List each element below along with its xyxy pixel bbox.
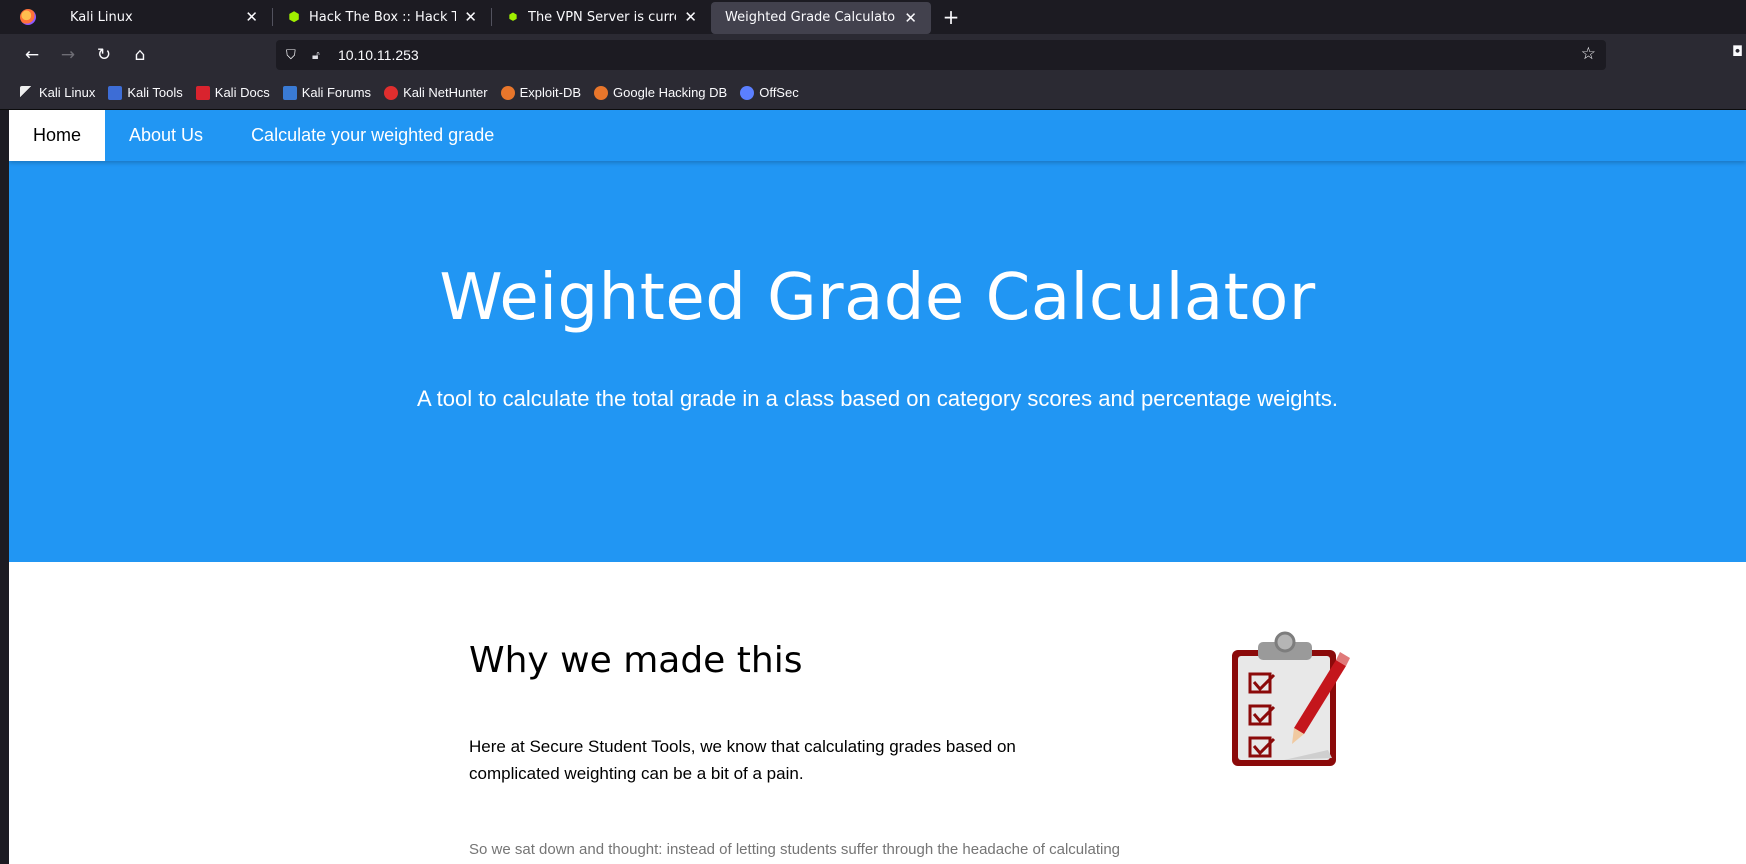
back-arrow-icon[interactable]: ← bbox=[14, 39, 50, 71]
close-icon[interactable]: ✕ bbox=[245, 8, 258, 26]
bookmark-label: Kali Tools bbox=[127, 85, 183, 100]
bookmark-label: Kali Docs bbox=[214, 85, 270, 100]
navigation-toolbar: ← → ↻ ⌂ ⛉ 🔓︎ 10.10.11.253 ☆ ◘ bbox=[0, 34, 1746, 76]
tab-bar: Kali Linux ✕ ⬢ Hack The Box :: Hack The … bbox=[0, 0, 1746, 34]
site-navbar: Home About Us Calculate your weighted gr… bbox=[9, 110, 1746, 161]
shield-icon[interactable]: ⛉ bbox=[286, 48, 304, 63]
tab-hack-the-box[interactable]: ⬢ Hack The Box :: Hack The Box ✕ bbox=[273, 0, 491, 34]
close-icon[interactable]: ✕ bbox=[904, 9, 917, 27]
reload-icon[interactable]: ↻ bbox=[86, 39, 122, 71]
bookmark-label: Google Hacking DB bbox=[613, 85, 728, 100]
hero-banner: Weighted Grade Calculator A tool to calc… bbox=[9, 161, 1746, 562]
clipboard-checklist-icon bbox=[1232, 631, 1350, 766]
section-heading: Why we made this bbox=[469, 640, 803, 681]
bookmark-label: OffSec bbox=[759, 85, 799, 100]
lead-paragraph: Here at Secure Student Tools, we know th… bbox=[469, 737, 1016, 783]
window-edge bbox=[0, 110, 9, 864]
close-icon[interactable]: ✕ bbox=[464, 8, 477, 26]
nav-home-link[interactable]: Home bbox=[9, 110, 106, 161]
exploit-db-icon bbox=[500, 85, 515, 100]
bookmark-label: Exploit-DB bbox=[519, 85, 582, 100]
nav-about-link[interactable]: About Us bbox=[105, 110, 227, 161]
insecure-lock-icon[interactable]: 🔓︎ bbox=[312, 48, 326, 63]
tab-kali-linux[interactable]: Kali Linux ✕ bbox=[56, 0, 272, 34]
bookmark-kali-nethunter[interactable]: Kali NetHunter bbox=[384, 85, 488, 100]
nethunter-icon bbox=[384, 85, 399, 100]
pocket-icon[interactable]: ◘ bbox=[1732, 44, 1746, 64]
new-tab-plus-icon[interactable]: + bbox=[931, 0, 971, 34]
hero-subtitle: A tool to calculate the total grade in a… bbox=[417, 386, 1338, 411]
address-bar[interactable]: ⛉ 🔓︎ 10.10.11.253 ☆ bbox=[276, 40, 1606, 70]
bookmark-kali-forums[interactable]: Kali Forums bbox=[282, 85, 372, 100]
bookmarks-toolbar: Kali Linux Kali Tools Kali Docs Kali For… bbox=[0, 76, 1746, 110]
tab-label: Weighted Grade Calculator bbox=[725, 10, 897, 25]
body-paragraph: So we sat down and thought: instead of l… bbox=[469, 841, 1121, 858]
about-section: Why we made this Here at Secure Student … bbox=[469, 640, 1149, 861]
kali-tools-icon bbox=[108, 85, 123, 100]
kali-dragon-icon bbox=[20, 85, 34, 100]
bookmark-kali-tools[interactable]: Kali Tools bbox=[108, 85, 183, 100]
bookmark-google-hacking-db[interactable]: Google Hacking DB bbox=[594, 85, 727, 100]
tab-label: Kali Linux bbox=[70, 9, 133, 25]
bookmark-label: Kali Linux bbox=[39, 85, 96, 100]
kali-docs-icon bbox=[195, 85, 210, 100]
bookmark-label: Kali NetHunter bbox=[403, 85, 488, 100]
home-icon[interactable]: ⌂ bbox=[122, 39, 158, 71]
bookmark-star-icon[interactable]: ☆ bbox=[1581, 44, 1596, 64]
nav-calculate-link[interactable]: Calculate your weighted grade bbox=[227, 110, 518, 161]
hero-title: Weighted Grade Calculator bbox=[439, 261, 1316, 335]
kali-forums-icon bbox=[282, 85, 297, 100]
offsec-icon bbox=[740, 85, 755, 100]
firefox-menu-icon[interactable] bbox=[0, 0, 56, 34]
bookmark-kali-linux[interactable]: Kali Linux bbox=[20, 85, 95, 100]
bookmark-kali-docs[interactable]: Kali Docs bbox=[195, 85, 270, 100]
page-viewport: Home About Us Calculate your weighted gr… bbox=[9, 110, 1746, 864]
bookmark-label: Kali Forums bbox=[301, 85, 372, 100]
close-icon[interactable]: ✕ bbox=[684, 8, 697, 26]
htb-icon: ⬢ bbox=[508, 11, 518, 23]
forward-arrow-icon[interactable]: → bbox=[50, 39, 86, 71]
tab-vpn-server[interactable]: ⬢ The VPN Server is currently ✕ bbox=[492, 0, 711, 34]
tab-weighted-grade-calculator[interactable]: Weighted Grade Calculator ✕ bbox=[711, 1, 931, 34]
bookmark-offsec[interactable]: OffSec bbox=[740, 85, 799, 100]
tab-label: Hack The Box :: Hack The Box bbox=[309, 9, 457, 25]
ghdb-icon bbox=[594, 85, 609, 100]
htb-cube-icon: ⬢ bbox=[288, 9, 300, 25]
tab-label: The VPN Server is currently bbox=[528, 9, 676, 25]
bookmark-exploit-db[interactable]: Exploit-DB bbox=[500, 85, 582, 100]
url-text[interactable]: 10.10.11.253 bbox=[338, 47, 419, 63]
